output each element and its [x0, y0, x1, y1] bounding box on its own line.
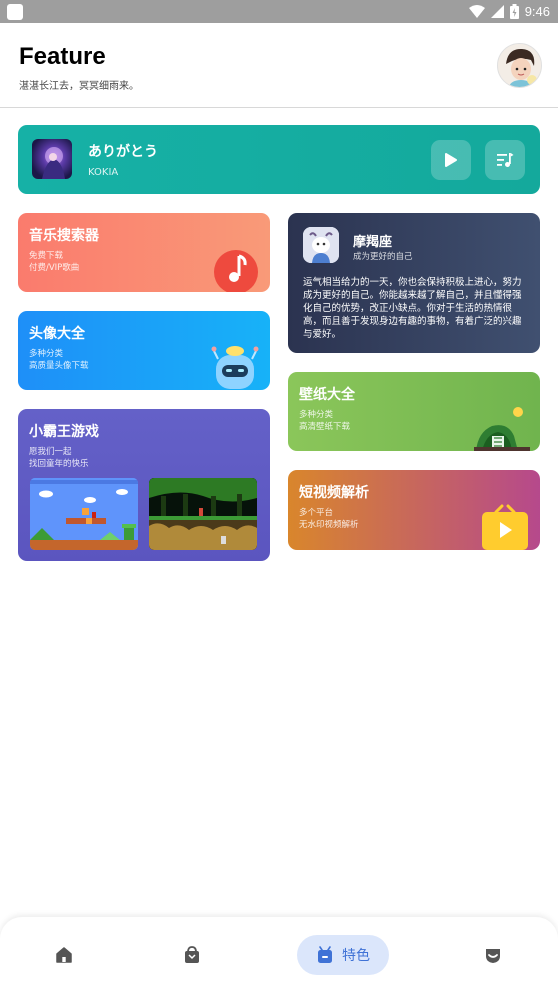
head-avatar-card[interactable]: 头像大全 多种分类 高质量头像下载	[18, 311, 270, 390]
games-card[interactable]: 小霸王游戏 愿我们一起 找回童年的快乐	[18, 409, 270, 561]
contra-screenshot[interactable]	[149, 478, 257, 550]
song-artist: KOKIA	[88, 167, 119, 178]
bottom-navigation: 特色	[0, 917, 558, 992]
landscape-icon	[474, 407, 530, 451]
play-button[interactable]	[431, 140, 471, 180]
video-parse-line1: 多个平台	[299, 508, 334, 518]
tv-play-icon	[482, 504, 528, 550]
wifi-icon	[468, 5, 485, 18]
contra-game-image	[149, 478, 257, 550]
head-avatar-title: 头像大全	[29, 326, 85, 342]
head-avatar-line2: 高质量头像下载	[29, 361, 89, 371]
bag-icon	[185, 946, 199, 963]
games-line2: 找回童年的快乐	[29, 459, 89, 469]
battery-icon	[509, 4, 519, 19]
album-cover	[32, 139, 72, 179]
album-art-icon	[42, 147, 65, 179]
music-search-line1: 免费下载	[29, 251, 64, 261]
music-search-title: 音乐搜索器	[29, 228, 99, 244]
notification-app-icon	[7, 4, 23, 20]
status-time: 9:46	[524, 4, 550, 19]
signal-icon	[490, 5, 504, 18]
wallpaper-line2: 高清壁纸下载	[299, 422, 351, 432]
head-avatar-line1: 多种分类	[29, 349, 64, 359]
playlist-button[interactable]	[485, 140, 525, 180]
header: Feature 湛湛长江去，冥冥细雨来。	[0, 23, 558, 108]
wallpaper-card[interactable]: 壁纸大全 多种分类 高清壁纸下载	[288, 372, 540, 451]
play-icon	[445, 153, 457, 167]
nav-feature[interactable]: 特色	[297, 935, 389, 975]
music-search-line2: 付费/VIP歌曲	[29, 263, 80, 273]
music-note-icon	[214, 250, 258, 292]
video-parse-line2: 无水印视频解析	[299, 520, 359, 530]
nav-profile[interactable]	[473, 935, 513, 975]
nav-shop[interactable]	[172, 935, 212, 975]
avatar[interactable]	[497, 43, 542, 88]
wallpaper-title: 壁纸大全	[299, 387, 355, 403]
games-line1: 愿我们一起	[29, 447, 72, 457]
capricorn-icon	[303, 227, 339, 263]
shield-icon	[486, 949, 500, 963]
status-bar: 9:46	[0, 0, 558, 23]
mario-game-image	[30, 478, 138, 550]
video-parse-card[interactable]: 短视频解析 多个平台 无水印视频解析	[288, 470, 540, 550]
zodiac-description: 运气相当给力的一天，你也会保持积极上进心，努力成为更好的自己。你能越来越了解自己…	[303, 277, 522, 340]
mario-screenshot[interactable]	[30, 478, 138, 550]
nav-home[interactable]	[44, 935, 84, 975]
avatar-illustration-icon	[498, 44, 541, 87]
video-parse-title: 短视频解析	[299, 485, 369, 501]
robot-icon	[211, 346, 259, 389]
music-search-card[interactable]: 音乐搜索器 免费下载 付费/VIP歌曲	[18, 213, 270, 292]
home-icon	[56, 947, 72, 963]
status-icons: 9:46	[468, 3, 550, 20]
zodiac-subtitle: 成为更好的自己	[353, 252, 413, 262]
page-subtitle: 湛湛长江去，冥冥细雨来。	[19, 81, 139, 92]
music-player-card[interactable]: ありがとう KOKIA	[18, 125, 540, 194]
page-title: Feature	[19, 43, 106, 70]
playlist-icon	[497, 153, 514, 167]
song-title: ありがとう	[88, 144, 158, 160]
games-title: 小霸王游戏	[29, 424, 99, 440]
nav-feature-label: 特色	[342, 948, 370, 964]
zodiac-card[interactable]: 摩羯座 成为更好的自己 运气相当给力的一天，你也会保持积极上进心，努力成为更好的…	[288, 213, 540, 353]
zodiac-title: 摩羯座	[353, 235, 393, 250]
wallpaper-line1: 多种分类	[299, 410, 334, 420]
feature-icon	[318, 946, 332, 963]
